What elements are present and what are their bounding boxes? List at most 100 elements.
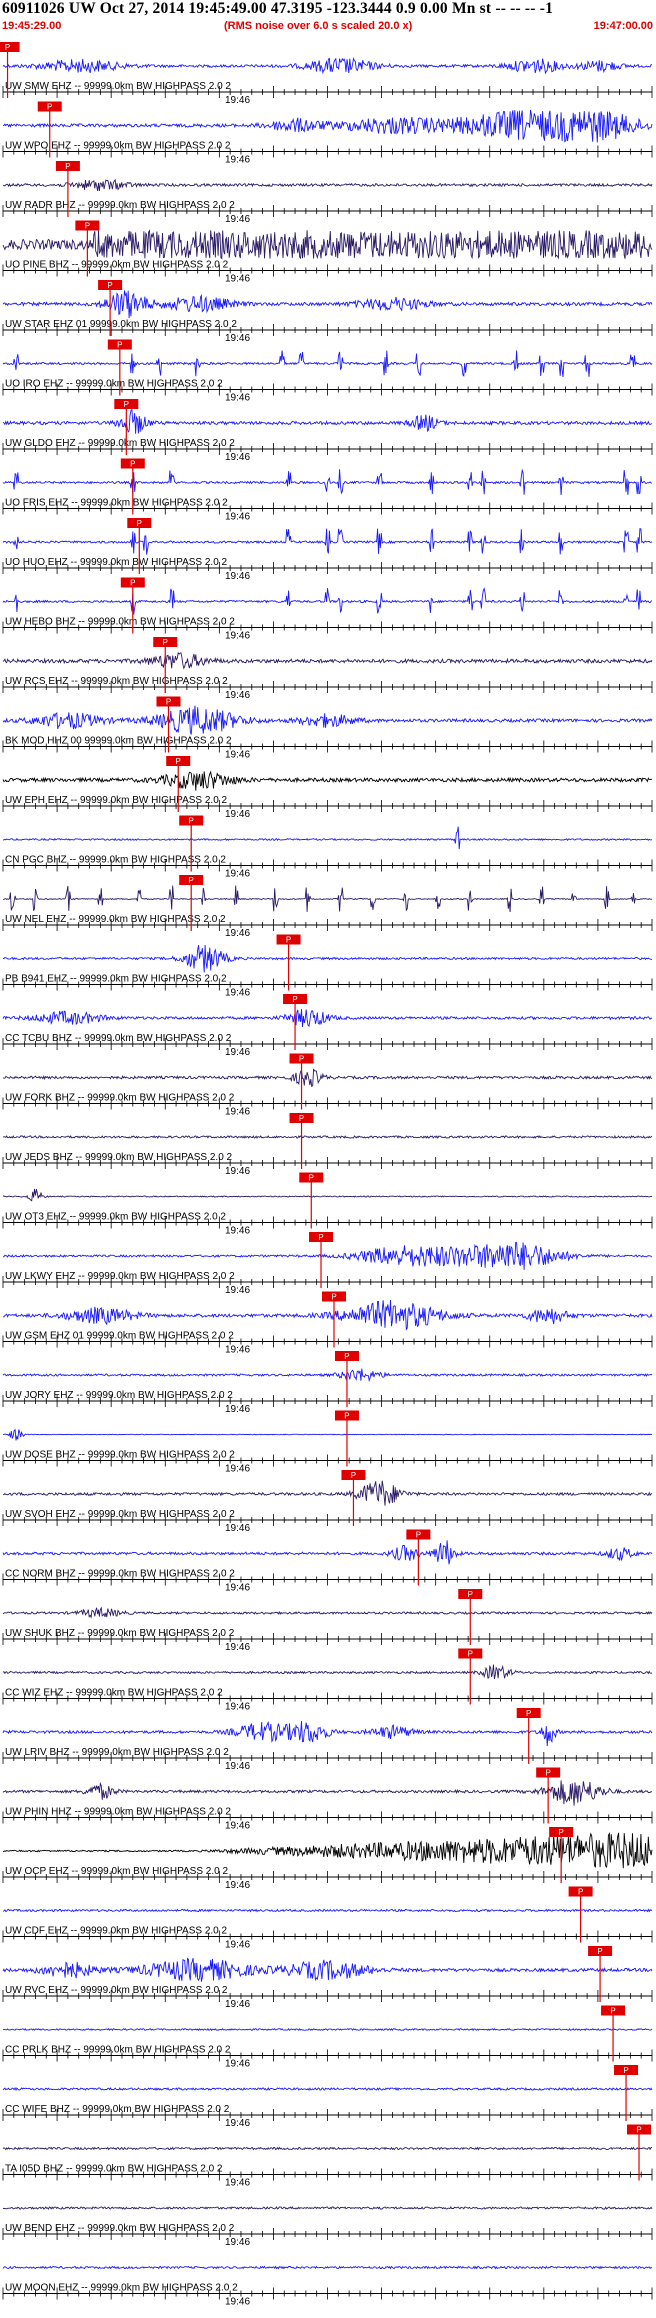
time-label-26: 19:46 xyxy=(225,1642,250,1653)
trace-24 xyxy=(2,1480,653,1506)
channel-label-4: UW STAR EHZ 01 99999.0km BW HIGHPASS 2.0… xyxy=(5,319,237,330)
trace-31 xyxy=(2,1908,653,1913)
pick-text-23: P xyxy=(344,1412,349,1421)
time-label-0: 19:46 xyxy=(225,95,250,106)
channel-label-3: UO PINE BHZ -- 99999.0km BW HIGHPASS 2.0… xyxy=(5,260,229,271)
channel-label-0: UW SMW EHZ -- 99999.0km BW HIGHPASS 2.0 … xyxy=(5,81,231,92)
trace-30 xyxy=(2,1832,653,1869)
trace-33 xyxy=(2,2027,653,2032)
trace-26 xyxy=(2,1606,653,1619)
pick-text-13: P xyxy=(189,817,194,826)
trace-37 xyxy=(2,2265,653,2270)
time-label-4: 19:46 xyxy=(225,333,250,344)
time-label-24: 19:46 xyxy=(225,1523,250,1534)
pick-text-26: P xyxy=(468,1590,473,1599)
channel-label-22: UW JORY EHZ -- 99999.0km BW HIGHPASS 2.0… xyxy=(5,1390,233,1401)
pick-text-4: P xyxy=(107,281,112,290)
channel-label-15: PB B941 EHZ -- 99999.0km BW HIGHPASS 2.0… xyxy=(5,974,227,985)
pick-text-8: P xyxy=(137,519,142,528)
time-label-1: 19:46 xyxy=(225,155,250,166)
channel-label-24: UW SVOH EHZ -- 99999.0km BW HIGHPASS 2.0… xyxy=(5,1509,235,1520)
pick-text-27: P xyxy=(468,1650,473,1659)
channel-label-11: BK MOD HHZ 00 99999.0km BW HIGHPASS 2.0 … xyxy=(5,736,232,747)
time-label-23: 19:46 xyxy=(225,1464,250,1475)
channel-label-27: CC WIZ EHZ -- 99999.0km BW HIGHPASS 2.0 … xyxy=(5,1688,223,1699)
trace-6 xyxy=(2,408,653,434)
channel-label-32: UW RVC EHZ -- 99999.0km BW HIGHPASS 2.0 … xyxy=(5,1985,228,1996)
pick-text-16: P xyxy=(292,995,297,1004)
trace-23 xyxy=(3,1428,653,1441)
time-label-18: 19:46 xyxy=(225,1166,250,1177)
pick-text-31: P xyxy=(578,1888,583,1897)
channel-label-8: UO HUO EHZ -- 99999.0km BW HIGHPASS 2.0 … xyxy=(5,557,228,568)
trace-9 xyxy=(2,587,653,615)
time-label-20: 19:46 xyxy=(225,1285,250,1296)
time-label-34: 19:46 xyxy=(225,2118,250,2129)
trace-27 xyxy=(2,1664,653,1680)
channel-label-21: UW GSM EHZ 01 99999.0km BW HIGHPASS 2.0 … xyxy=(5,1331,234,1342)
channel-label-6: UW GLDO EHZ -- 99999.0km BW HIGHPASS 2.0… xyxy=(5,438,235,449)
trace-25 xyxy=(2,1540,653,1565)
trace-16 xyxy=(2,1009,653,1028)
trace-36 xyxy=(2,2206,653,2210)
channel-label-16: CC TCBU BHZ -- 99999.0km BW HIGHPASS 2.0… xyxy=(5,1033,232,1044)
pick-text-21: P xyxy=(331,1293,336,1302)
channel-label-10: UW RCS EHZ -- 99999.0km BW HIGHPASS 2.0 … xyxy=(5,676,228,687)
channel-label-2: UW RADR BHZ -- 99999.0km BW HIGHPASS 2.0… xyxy=(5,200,235,211)
time-label-15: 19:46 xyxy=(225,988,250,999)
trace-35 xyxy=(2,2146,653,2151)
trace-21 xyxy=(2,1299,653,1331)
pick-text-30: P xyxy=(558,1828,563,1837)
channel-label-31: UW CDF EHZ -- 99999.0km BW HIGHPASS 2.0 … xyxy=(5,1926,228,1937)
trace-8 xyxy=(2,528,653,555)
seismogram-plot: 19:46 UW SMW EHZ -- 99999.0km BW HIGHPASS… xyxy=(0,42,653,2308)
time-label-36: 19:46 xyxy=(225,2237,250,2248)
pick-text-9: P xyxy=(130,579,135,588)
time-label-27: 19:46 xyxy=(225,1702,250,1713)
pick-text-33: P xyxy=(610,2007,615,2016)
trace-20 xyxy=(2,1241,653,1270)
trace-2 xyxy=(2,178,653,191)
pick-text-35: P xyxy=(636,2126,641,2135)
pick-text-25: P xyxy=(416,1531,421,1540)
trace-18 xyxy=(2,1134,653,1139)
channel-label-28: UW LRIV BHZ -- 99999.0km BW HIGHPASS 2.0… xyxy=(5,1747,229,1758)
time-label-35: 19:46 xyxy=(225,2178,250,2189)
channel-label-30: UW OCP EHZ -- 99999.0km BW HIGHPASS 2.0 … xyxy=(5,1866,228,1877)
trace-34 xyxy=(2,2086,653,2092)
pick-text-29: P xyxy=(545,1769,550,1778)
time-label-37: 19:46 xyxy=(225,2297,250,2308)
trace-13 xyxy=(2,826,653,850)
trace-11 xyxy=(2,705,653,735)
channel-label-34: CC WIFE BHZ -- 99999.0km BW HIGHPASS 2.0… xyxy=(5,2104,230,2115)
time-label-25: 19:46 xyxy=(225,1583,250,1594)
trace-19 xyxy=(3,1188,653,1202)
time-label-10: 19:46 xyxy=(225,690,250,701)
channel-label-1: UW WPO EHZ -- 99999.0km BW HIGHPASS 2.0 … xyxy=(5,141,231,152)
trace-10 xyxy=(2,651,653,670)
pick-text-20: P xyxy=(318,1233,323,1242)
time-label-3: 19:46 xyxy=(225,274,250,285)
channel-label-9: UW HEBO BHZ -- 99999.0km BW HIGHPASS 2.0… xyxy=(5,617,235,628)
channel-label-7: UO FRIS EHZ -- 99999.0km BW HIGHPASS 2.0… xyxy=(5,498,228,509)
trace-32 xyxy=(2,1957,653,1982)
trace-0 xyxy=(2,56,652,75)
time-label-8: 19:46 xyxy=(225,571,250,582)
trace-14 xyxy=(2,885,653,913)
time-label-28: 19:46 xyxy=(225,1761,250,1772)
time-label-2: 19:46 xyxy=(225,214,250,225)
time-label-31: 19:46 xyxy=(225,1940,250,1951)
pick-text-14: P xyxy=(189,876,194,885)
pick-text-0: P xyxy=(5,43,10,52)
channel-label-36: UW BEND EHZ -- 99999.0km BW HIGHPASS 2.0… xyxy=(5,2223,235,2234)
channel-label-19: UW OT3 EHZ -- 99999.0km BW HIGHPASS 2.0 … xyxy=(5,1212,226,1223)
time-label-14: 19:46 xyxy=(225,928,250,939)
time-label-19: 19:46 xyxy=(225,1226,250,1237)
pick-text-18: P xyxy=(299,1114,304,1123)
time-label-6: 19:46 xyxy=(225,452,250,463)
pick-text-19: P xyxy=(309,1174,314,1183)
pick-text-34: P xyxy=(623,2066,628,2075)
trace-29 xyxy=(2,1780,653,1806)
pick-text-15: P xyxy=(286,936,291,945)
trace-15 xyxy=(3,944,652,973)
